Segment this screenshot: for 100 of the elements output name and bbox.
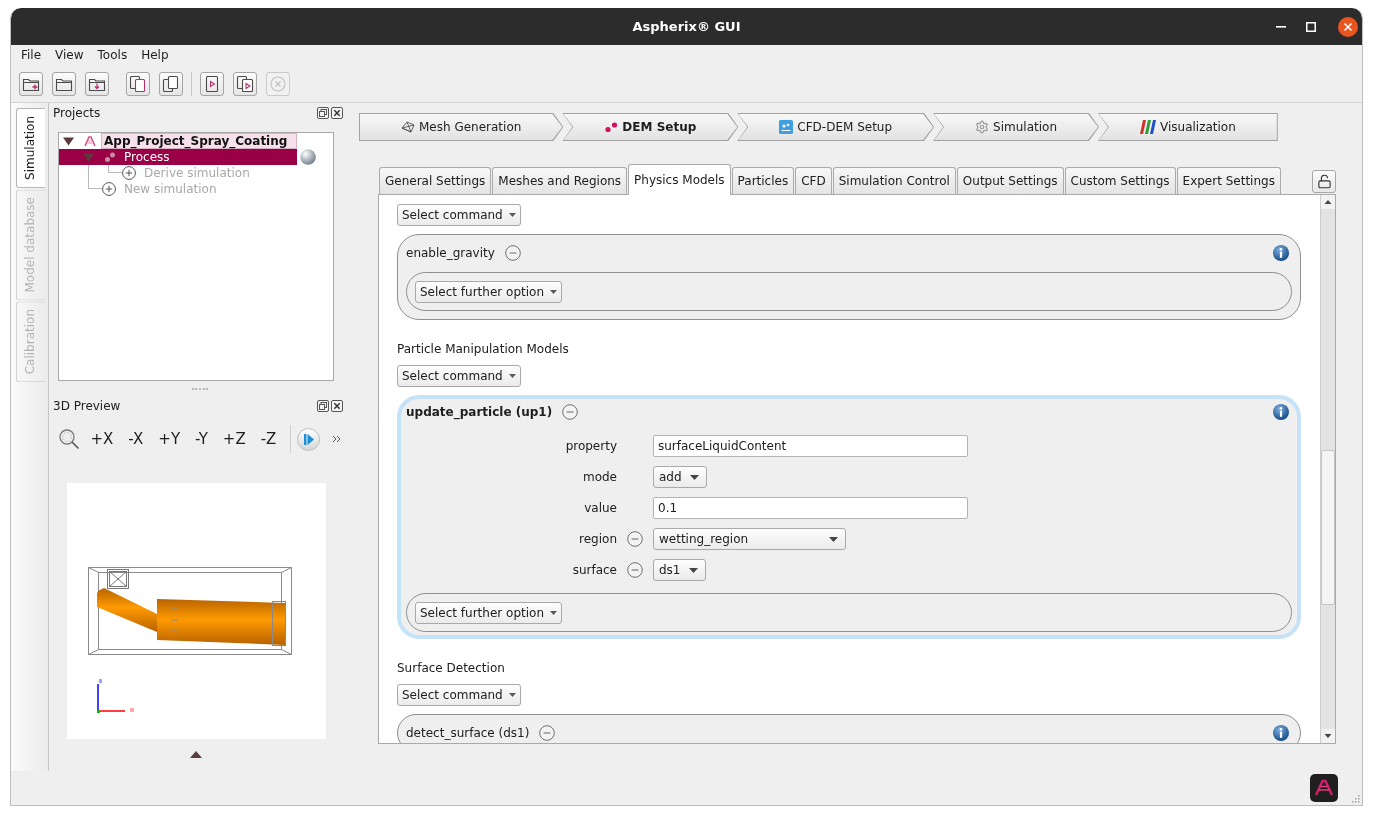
plus-circle-icon[interactable] [102, 182, 116, 196]
field-label: region [579, 532, 617, 546]
view-button[interactable]: -Z [253, 424, 284, 454]
splitter-handle[interactable] [191, 388, 208, 390]
sphere-icon [300, 149, 316, 165]
caret-icon [508, 693, 516, 697]
plus-circle-icon[interactable] [122, 166, 136, 180]
minus-circle-icon[interactable] [627, 531, 643, 547]
workflow-step[interactable]: DEM Setup [562, 113, 739, 141]
field-label: value [584, 501, 617, 515]
play-icon[interactable] [296, 427, 320, 451]
scrollbar[interactable] [1320, 195, 1335, 743]
model-name: detect_surface (ds1) [406, 726, 530, 740]
dropdown[interactable]: Select further option [415, 601, 562, 624]
section-heading: Surface Detection [397, 661, 505, 676]
menu-item[interactable]: View [48, 45, 91, 65]
float-icon[interactable] [317, 399, 329, 412]
caret-icon [550, 289, 557, 294]
dropdown[interactable]: Select further option [415, 280, 562, 303]
scroll-up-icon[interactable] [1321, 195, 1335, 209]
menu-item[interactable]: Help [134, 45, 176, 65]
info-icon[interactable] [1273, 725, 1289, 741]
dropdown[interactable]: ds1 [653, 559, 706, 581]
dots-icon [104, 151, 116, 163]
tab[interactable]: CFD [795, 167, 832, 194]
bars-icon [1140, 120, 1156, 134]
caret-icon [689, 474, 699, 480]
documents-icon [162, 74, 180, 93]
resize-grip-icon[interactable] [1350, 793, 1360, 803]
lock-button[interactable] [1312, 170, 1336, 193]
text-field[interactable]: surfaceLiquidContent [653, 435, 968, 457]
view-button[interactable]: -Y [187, 424, 216, 454]
field-label: mode [582, 470, 617, 484]
toolbar-button[interactable] [233, 71, 257, 96]
view-button[interactable]: +Y [150, 424, 188, 454]
chevrons-icon[interactable] [331, 435, 341, 443]
menu-item[interactable]: Tools [90, 45, 135, 65]
tile-icon [779, 120, 794, 134]
section-heading: Particle Manipulation Models [397, 342, 569, 357]
dropdown[interactable]: wetting_region [653, 528, 846, 550]
workflow-step[interactable]: Visualization [1098, 113, 1278, 141]
float-icon[interactable] [317, 107, 329, 119]
maximize-icon[interactable] [1306, 21, 1316, 32]
logo-icon[interactable] [1310, 774, 1338, 802]
view-button[interactable]: +Z [215, 424, 254, 454]
toolbar-button[interactable] [85, 71, 109, 96]
side-tab[interactable]: Simulation [16, 108, 45, 188]
tab[interactable]: Output Settings [956, 167, 1064, 194]
workflow-step[interactable]: CFD-DEM Setup [737, 113, 935, 141]
scroll-thumb[interactable] [1321, 450, 1335, 605]
minimize-icon[interactable] [1276, 25, 1286, 28]
toolbar-button[interactable] [52, 71, 76, 96]
panel-title: Projects [53, 106, 102, 120]
toolbar-button[interactable] [200, 71, 224, 96]
tab[interactable]: Meshes and Regions [492, 167, 628, 194]
caret-icon [508, 213, 516, 217]
minus-circle-icon[interactable] [539, 725, 556, 741]
documents-play-icon [236, 74, 254, 93]
triangle-down-icon[interactable] [63, 135, 74, 147]
field-label: property [565, 439, 617, 453]
tab[interactable]: Physics Models [628, 164, 731, 195]
tab[interactable]: Expert Settings [1176, 167, 1281, 194]
close-icon[interactable] [331, 399, 343, 412]
lock-icon [1316, 174, 1332, 189]
tree-row[interactable]: Process [59, 149, 297, 165]
info-icon[interactable] [1273, 404, 1289, 420]
close-icon[interactable] [331, 107, 343, 119]
minus-circle-icon[interactable] [627, 562, 643, 578]
window-title: Aspherix® GUI [632, 19, 741, 34]
workflow-step[interactable]: Simulation [933, 113, 1099, 141]
toolbar-button[interactable] [19, 71, 43, 96]
tab[interactable]: Particles [731, 167, 795, 194]
toolbar-button[interactable] [159, 71, 183, 96]
close-icon[interactable] [1338, 16, 1358, 37]
minus-circle-icon[interactable] [504, 245, 521, 261]
view-button[interactable]: +X [83, 424, 121, 454]
tab[interactable]: Simulation Control [832, 167, 956, 194]
menu-item[interactable]: File [14, 45, 49, 65]
documents-icon [129, 74, 147, 93]
model-name: update_particle (up1) [406, 405, 553, 419]
scroll-down-icon[interactable] [1321, 729, 1335, 743]
minus-circle-icon[interactable] [562, 404, 579, 420]
toolbar-button[interactable] [126, 71, 150, 96]
zoom-icon[interactable] [58, 428, 80, 450]
tree-row[interactable]: App_Project_Spray_Coating [59, 133, 297, 149]
workflow-step[interactable]: Mesh Generation [359, 113, 564, 141]
caret-icon [829, 536, 838, 542]
model-name: enable_gravity [406, 246, 495, 260]
dropdown[interactable]: Select command [397, 204, 521, 226]
dropdown[interactable]: Select command [397, 365, 521, 387]
tab[interactable]: Custom Settings [1064, 167, 1176, 194]
dropdown[interactable]: add [653, 466, 707, 488]
dropdown[interactable]: Select command [397, 684, 521, 706]
tab[interactable]: General Settings [379, 167, 492, 194]
info-icon[interactable] [1273, 245, 1289, 261]
panel-title: 3D Preview [53, 398, 122, 413]
view-button[interactable]: -X [120, 424, 151, 454]
triangle-up-icon[interactable] [190, 751, 202, 758]
text-field[interactable]: 0.1 [653, 497, 968, 519]
caret-icon [550, 610, 557, 615]
